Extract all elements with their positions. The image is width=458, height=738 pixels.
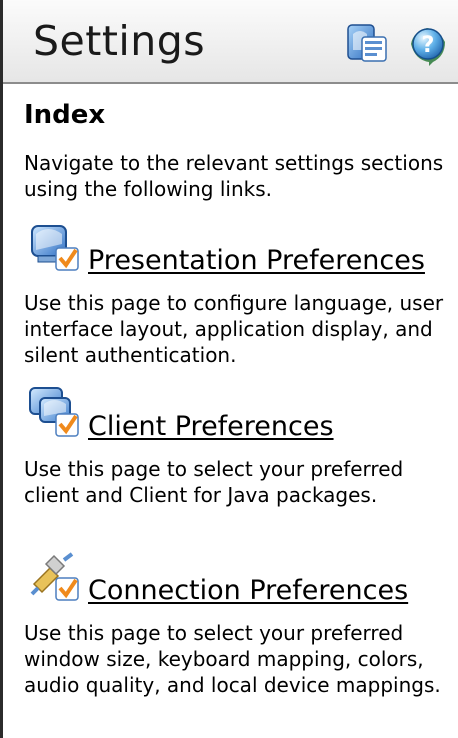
client-preferences-description: Use this page to select your preferred c… — [24, 457, 404, 507]
index-intro: Navigate to the relevant settings sectio… — [24, 151, 444, 201]
page-title: Settings — [33, 17, 206, 65]
presentation-preferences-link[interactable]: Presentation Preferences — [88, 244, 425, 278]
client-preferences-link[interactable]: Client Preferences — [88, 410, 334, 444]
section-client-preferences: Client Preferences Use this page to sele… — [24, 386, 454, 508]
client-preferences-icon — [29, 387, 79, 437]
section-presentation-preferences: Presentation Preferences Use this page t… — [24, 220, 454, 368]
section-connection-preferences: Connection Preferences Use this page to … — [24, 550, 454, 698]
help-icon[interactable]: ? — [405, 22, 449, 66]
connection-preferences-icon — [30, 552, 79, 601]
connection-preferences-link[interactable]: Connection Preferences — [88, 574, 408, 608]
connection-preferences-description: Use this page to select your preferred w… — [24, 621, 441, 697]
svg-text:?: ? — [422, 33, 435, 58]
settings-pages-icon[interactable] — [345, 22, 389, 66]
presentation-preferences-icon — [31, 225, 79, 271]
settings-header: Settings ? — [3, 0, 458, 84]
left-border — [0, 0, 3, 738]
presentation-preferences-description: Use this page to configure language, use… — [24, 291, 444, 367]
index-heading: Index — [24, 100, 106, 130]
